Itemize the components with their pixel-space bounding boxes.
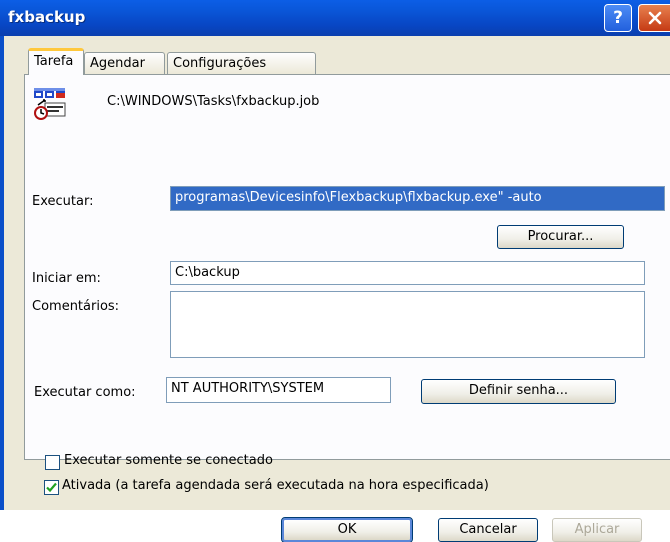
- aplicar-button[interactable]: Aplicar: [552, 518, 642, 542]
- tab-panel-tarefa: C:\WINDOWS\Tasks\fxbackup.job Executar: …: [24, 74, 670, 470]
- close-button[interactable]: [638, 4, 670, 32]
- tab-agendar[interactable]: Agendar: [84, 52, 165, 74]
- cancelar-button[interactable]: Cancelar: [438, 518, 538, 542]
- help-button[interactable]: ?: [604, 4, 632, 32]
- ok-button[interactable]: OK: [281, 517, 413, 542]
- title-bar[interactable]: fxbackup ?: [0, 0, 670, 36]
- iniciar-em-label: Iniciar em:: [32, 271, 101, 286]
- tab-label: Tarefa: [34, 54, 74, 69]
- task-path: C:\WINDOWS\Tasks\fxbackup.job: [107, 94, 320, 109]
- window-title: fxbackup: [8, 8, 86, 26]
- dialog-body: Tarefa Agendar Configurações C:\WINDOWS\…: [4, 36, 670, 542]
- tab-configuracoes[interactable]: Configurações: [167, 52, 316, 74]
- help-icon: ?: [613, 8, 623, 28]
- comentarios-label: Comentários:: [32, 299, 120, 314]
- executar-como-label: Executar como:: [34, 385, 136, 400]
- tab-label: Configurações: [173, 56, 267, 71]
- tab-tarefa[interactable]: Tarefa: [28, 48, 84, 75]
- iniciar-em-input[interactable]: C:\backup: [170, 261, 645, 285]
- ativada-checkbox[interactable]: [44, 480, 59, 495]
- procurar-button[interactable]: Procurar...: [497, 225, 624, 249]
- scheduled-task-icon: [34, 88, 66, 120]
- dialog-window: fxbackup ? Tarefa Agendar Configurações: [0, 0, 670, 542]
- executar-como-input[interactable]: NT AUTHORITY\SYSTEM: [166, 377, 391, 403]
- tab-label: Agendar: [90, 56, 145, 71]
- close-icon: [648, 11, 661, 25]
- checkmark-icon: [46, 482, 57, 493]
- ativada-label: Ativada (a tarefa agendada será executad…: [62, 478, 489, 493]
- definir-senha-button[interactable]: Definir senha...: [421, 379, 616, 404]
- somente-conectado-checkbox[interactable]: [45, 455, 60, 470]
- comentarios-textarea[interactable]: [170, 291, 645, 358]
- executar-input[interactable]: programas\Devicesinfo\Flexbackup\flxback…: [170, 186, 665, 211]
- executar-label: Executar:: [32, 194, 94, 209]
- somente-conectado-label: Executar somente se conectado: [64, 453, 273, 468]
